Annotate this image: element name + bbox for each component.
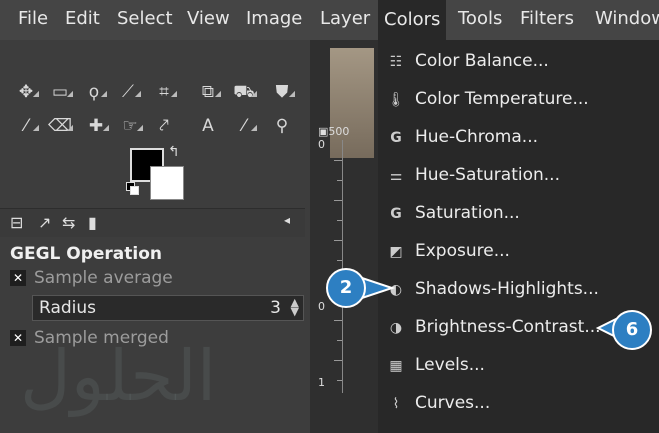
callout-arrows [361, 276, 619, 340]
callout-step-6: 6 [612, 310, 652, 350]
callout-step-2: 2 [326, 268, 366, 308]
callout-2-arrow [361, 276, 396, 300]
